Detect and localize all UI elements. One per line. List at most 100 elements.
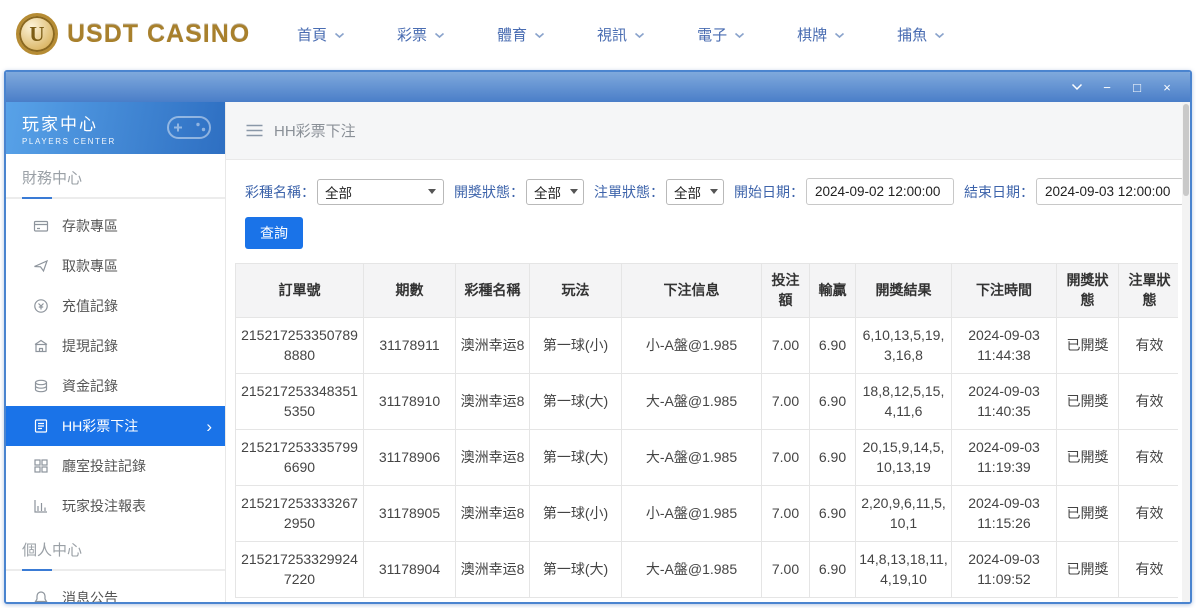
table-cell: 2152172533507898880 <box>236 317 364 373</box>
sidebar-item[interactable]: 充值記錄 <box>6 286 225 326</box>
menu-toggle-icon[interactable] <box>246 124 263 137</box>
gamepad-icon <box>165 111 213 149</box>
column-header: 訂單號 <box>236 264 364 318</box>
table-cell: 小-A盤@1.985 <box>622 485 762 541</box>
sidebar-item[interactable]: 存款專區 <box>6 206 225 246</box>
sidebar-item[interactable]: 玩家投注報表 <box>6 486 225 526</box>
chevron-down-icon <box>934 32 945 39</box>
table-cell: 6.90 <box>810 429 856 485</box>
table-cell: 大-A盤@1.985 <box>622 429 762 485</box>
table-cell: 31178911 <box>364 317 456 373</box>
table-row: 215217253348351535031178910澳洲幸运8第一球(大)大-… <box>236 373 1179 429</box>
draw-status-label: 開獎狀態： <box>454 182 524 202</box>
sidebar-item[interactable]: HH彩票下注› <box>6 406 225 446</box>
table-cell: 7.00 <box>762 317 810 373</box>
window-close-icon[interactable]: × <box>1160 80 1174 94</box>
table-cell: 31178904 <box>364 541 456 597</box>
chevron-down-icon <box>734 32 745 39</box>
nav-item-label: 視訊 <box>597 24 627 45</box>
table-header-row: 訂單號期數彩種名稱玩法下注信息投注額輸贏開獎結果下注時間開獎狀態注單狀態 <box>236 264 1179 318</box>
nav-item[interactable]: 捕魚 <box>897 24 945 45</box>
sidebar-item[interactable]: 取款專區 <box>6 246 225 286</box>
nav-item[interactable]: 彩票 <box>397 24 445 45</box>
table-cell: 已開獎 <box>1057 373 1119 429</box>
order-status-select[interactable]: 全部 <box>666 179 724 205</box>
top-navigation-bar: U USDT CASINO 首頁 彩票 體育 視訊 電子 棋牌 捕魚 <box>0 0 1196 68</box>
lottery-type-select[interactable]: 全部 <box>317 179 444 205</box>
main-nav: 首頁 彩票 體育 視訊 電子 棋牌 捕魚 <box>297 24 945 45</box>
start-date-label: 開始日期： <box>734 182 804 202</box>
table-cell: 已開獎 <box>1057 429 1119 485</box>
table-cell: 有效 <box>1119 429 1179 485</box>
end-date-input[interactable] <box>1036 178 1184 205</box>
sidebar-item-label: 廳室投註記錄 <box>62 456 146 476</box>
sidebar-item-label: 提現記錄 <box>62 336 118 356</box>
sidebar-item-label: HH彩票下注 <box>62 416 138 436</box>
sidebar-item-label: 消息公告 <box>62 588 118 602</box>
nav-item[interactable]: 電子 <box>697 24 745 45</box>
sidebar-item-label: 資金記錄 <box>62 376 118 396</box>
chevron-down-icon <box>434 32 445 39</box>
table-cell: 已開獎 <box>1057 485 1119 541</box>
table-cell: 2024-09-03 11:15:26 <box>952 485 1057 541</box>
table-cell: 澳洲幸运8 <box>456 429 530 485</box>
search-button[interactable]: 查詢 <box>245 217 303 249</box>
nav-item-label: 首頁 <box>297 24 327 45</box>
chevron-down-icon <box>634 32 645 39</box>
table-cell: 2024-09-03 11:19:39 <box>952 429 1057 485</box>
table-cell: 31178906 <box>364 429 456 485</box>
select-value: 全部 <box>325 182 352 202</box>
start-date-input[interactable] <box>806 178 954 205</box>
window-collapse-icon[interactable] <box>1070 80 1084 94</box>
table-cell: 6.90 <box>810 485 856 541</box>
table-cell: 大-A盤@1.985 <box>622 541 762 597</box>
table-cell: 大-A盤@1.985 <box>622 373 762 429</box>
window-body: 玩家中心 PLAYERS CENTER 財務中心存款專區取款專區充值記錄提現記錄… <box>6 102 1190 602</box>
main-content: HH彩票下注 彩種名稱： 全部 開獎狀態： 全部 注單狀態： 全部 開始 <box>226 102 1190 602</box>
table-cell: 澳洲幸运8 <box>456 373 530 429</box>
deposit-icon <box>33 218 49 234</box>
table-cell: 2152172533483515350 <box>236 373 364 429</box>
column-header: 期數 <box>364 264 456 318</box>
nav-item[interactable]: 視訊 <box>597 24 645 45</box>
column-header: 開獎狀態 <box>1057 264 1119 318</box>
scrollbar-thumb[interactable] <box>1183 104 1189 196</box>
sidebar-item-label: 存款專區 <box>62 216 118 236</box>
table-cell: 2152172533332672950 <box>236 485 364 541</box>
table-cell: 7.00 <box>762 541 810 597</box>
dropdown-arrow-icon <box>428 189 436 194</box>
window-maximize-icon[interactable]: □ <box>1130 80 1144 94</box>
table-cell: 第一球(大) <box>530 373 622 429</box>
column-header: 玩法 <box>530 264 622 318</box>
table-cell: 2152172533357996690 <box>236 429 364 485</box>
sidebar-item[interactable]: 消息公告 <box>6 578 225 602</box>
sidebar-item[interactable]: 資金記錄 <box>6 366 225 406</box>
chevron-down-icon <box>534 32 545 39</box>
vertical-scrollbar[interactable] <box>1182 102 1190 602</box>
select-value: 全部 <box>534 182 561 202</box>
sidebar-item[interactable]: 廳室投註記錄 <box>6 446 225 486</box>
nav-item[interactable]: 體育 <box>497 24 545 45</box>
table-cell: 有效 <box>1119 541 1179 597</box>
table-cell: 第一球(小) <box>530 485 622 541</box>
section-divider <box>6 569 225 571</box>
sidebar: 玩家中心 PLAYERS CENTER 財務中心存款專區取款專區充值記錄提現記錄… <box>6 102 226 602</box>
column-header: 開獎結果 <box>856 264 952 318</box>
table-cell: 2024-09-03 11:40:35 <box>952 373 1057 429</box>
nav-item[interactable]: 棋牌 <box>797 24 845 45</box>
draw-status-select[interactable]: 全部 <box>526 179 584 205</box>
nav-item-label: 電子 <box>697 24 727 45</box>
sidebar-item-label: 取款專區 <box>62 256 118 276</box>
window-titlebar: − □ × <box>6 72 1190 102</box>
nav-item-label: 捕魚 <box>897 24 927 45</box>
nav-item-label: 體育 <box>497 24 527 45</box>
table-cell: 18,8,12,5,15,4,11,6 <box>856 373 952 429</box>
sidebar-item[interactable]: 提現記錄 <box>6 326 225 366</box>
report-icon <box>33 498 49 514</box>
table-cell: 20,15,9,14,5,10,13,19 <box>856 429 952 485</box>
logo[interactable]: U USDT CASINO <box>16 13 261 55</box>
nav-item-label: 棋牌 <box>797 24 827 45</box>
window-minimize-icon[interactable]: − <box>1100 80 1114 94</box>
nav-item-label: 彩票 <box>397 24 427 45</box>
nav-item[interactable]: 首頁 <box>297 24 345 45</box>
